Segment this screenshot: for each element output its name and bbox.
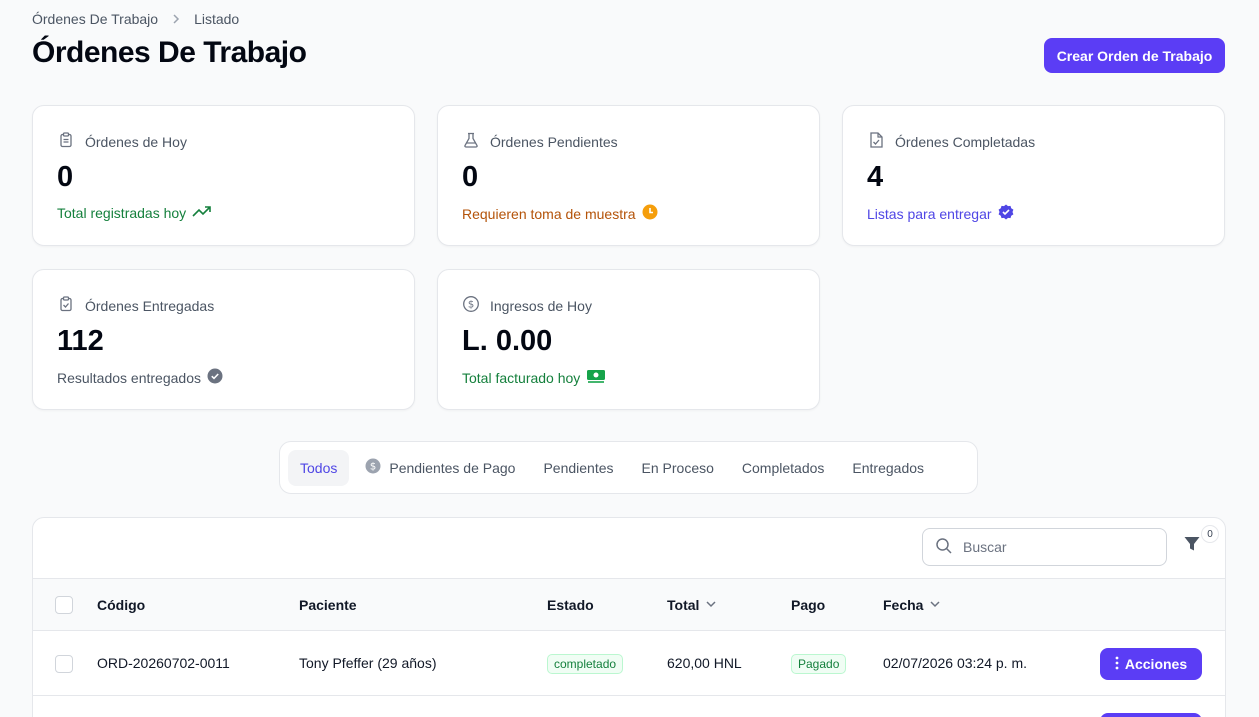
- tab-entregados[interactable]: Entregados: [840, 450, 936, 486]
- breadcrumb-current: Listado: [194, 11, 240, 27]
- tab-todos[interactable]: Todos: [288, 449, 350, 486]
- banknotes-icon: [586, 368, 606, 387]
- filter-count-badge: 0: [1201, 525, 1219, 543]
- cell-total: 620,00 HNL: [667, 655, 742, 671]
- breadcrumb-parent[interactable]: Órdenes De Trabajo: [32, 11, 158, 27]
- actions-button-next-row[interactable]: [1100, 713, 1202, 717]
- stat-card-today: Órdenes de Hoy 0 Total registradas hoy: [32, 105, 415, 246]
- actions-button[interactable]: Acciones: [1100, 648, 1202, 680]
- table-row: ORD-20260702-0011 Tony Pfeffer (29 años)…: [33, 631, 1225, 696]
- currency-circle-icon: $: [365, 458, 381, 477]
- stat-value: 0: [462, 161, 479, 193]
- cell-paciente: Tony Pfeffer (29 años): [299, 655, 437, 671]
- cell-fecha: 02/07/2026 03:24 p. m.: [883, 655, 1027, 671]
- stat-value: 0: [57, 161, 74, 193]
- stat-card-income: $ Ingresos de Hoy L. 0.00 Total facturad…: [437, 269, 820, 410]
- stat-value: L. 0.00: [462, 325, 553, 357]
- stat-description: Listas para entregar: [867, 205, 992, 222]
- status-tabs: Todos $ Pendientes de Pago Pendientes En…: [279, 441, 978, 494]
- filter-button[interactable]: [1181, 535, 1203, 557]
- trending-up-icon: [192, 204, 212, 221]
- currency-icon: $: [462, 295, 480, 316]
- search-placeholder: Buscar: [963, 539, 1007, 555]
- stat-label: Ingresos de Hoy: [490, 297, 592, 314]
- chevron-right-icon: [170, 13, 182, 25]
- page-title: Órdenes De Trabajo: [32, 36, 307, 69]
- tab-completados[interactable]: Completados: [730, 450, 837, 486]
- column-fecha[interactable]: Fecha: [883, 597, 941, 613]
- column-estado: Estado: [547, 597, 594, 613]
- tab-en-proceso[interactable]: En Proceso: [630, 450, 726, 486]
- column-codigo: Código: [97, 597, 146, 613]
- stat-description: Requieren toma de muestra: [462, 205, 636, 222]
- row-checkbox[interactable]: [55, 655, 73, 673]
- table-header: Código Paciente Estado Total Pago Fecha: [33, 578, 1225, 631]
- column-paciente: Paciente: [299, 597, 357, 613]
- stat-card-pending: Órdenes Pendientes 0 Requieren toma de m…: [437, 105, 820, 246]
- cell-codigo: ORD-20260702-0011: [97, 655, 230, 671]
- column-pago: Pago: [791, 597, 826, 613]
- column-total[interactable]: Total: [667, 597, 717, 613]
- beaker-icon: [462, 131, 480, 152]
- chevron-down-icon: [929, 597, 941, 613]
- tab-pendientes-de-pago[interactable]: $ Pendientes de Pago: [353, 450, 527, 486]
- create-order-button[interactable]: Crear Orden de Trabajo: [1044, 38, 1225, 73]
- stat-card-completed: Órdenes Completadas 4 Listas para entreg…: [842, 105, 1225, 246]
- orders-table: Buscar 0 Código Paciente Estado Total Pa…: [32, 517, 1226, 717]
- stat-label: Órdenes de Hoy: [85, 133, 187, 150]
- svg-text:$: $: [468, 300, 474, 311]
- stat-value: 112: [57, 325, 104, 357]
- document-check-icon: [867, 131, 885, 152]
- stat-card-delivered: Órdenes Entregadas 112 Resultados entreg…: [32, 269, 415, 410]
- status-badge: completado: [547, 654, 624, 674]
- select-all-checkbox[interactable]: [55, 596, 73, 614]
- stat-value: 4: [867, 161, 884, 193]
- clock-icon: [642, 204, 658, 223]
- breadcrumb: Órdenes De Trabajo Listado: [32, 11, 239, 27]
- stat-description: Resultados entregados: [57, 369, 201, 386]
- payment-badge: Pagado: [791, 654, 847, 674]
- svg-text:$: $: [370, 462, 376, 473]
- tab-pendientes[interactable]: Pendientes: [531, 450, 625, 486]
- dots-vertical-icon: [1115, 656, 1119, 673]
- search-input[interactable]: Buscar: [922, 528, 1167, 566]
- clipboard-check-icon: [57, 295, 75, 316]
- chevron-down-icon: [705, 597, 717, 613]
- stat-label: Órdenes Pendientes: [490, 133, 618, 150]
- clipboard-icon: [57, 131, 75, 152]
- stat-description: Total facturado hoy: [462, 369, 581, 386]
- stat-label: Órdenes Entregadas: [85, 297, 215, 314]
- stat-label: Órdenes Completadas: [895, 133, 1036, 150]
- badge-check-icon: [998, 204, 1014, 223]
- check-circle-icon: [207, 368, 223, 387]
- funnel-icon: [1183, 535, 1201, 558]
- stat-description: Total registradas hoy: [57, 204, 187, 221]
- search-icon: [935, 537, 953, 558]
